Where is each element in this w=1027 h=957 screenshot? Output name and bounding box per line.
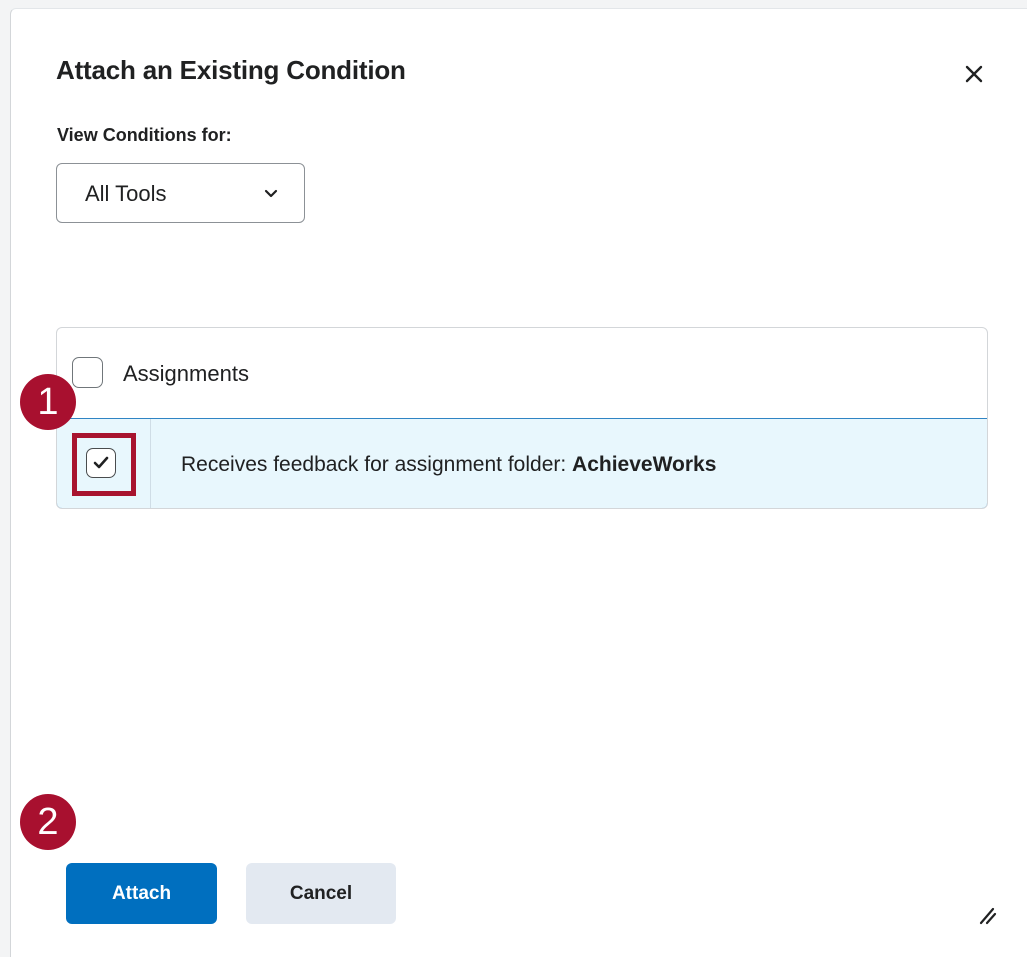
condition-checkbox-achieveworks[interactable]: [86, 448, 116, 478]
close-icon: [965, 65, 983, 83]
attach-condition-dialog: Attach an Existing Condition View Condit…: [10, 8, 1027, 957]
attach-button[interactable]: Attach: [66, 863, 217, 924]
condition-row-achieveworks[interactable]: Receives feedback for assignment folder:…: [57, 418, 987, 508]
step-2-badge: 2: [20, 794, 76, 850]
group-label[interactable]: Assignments: [123, 361, 249, 387]
close-button[interactable]: [957, 57, 991, 91]
tool-filter-select[interactable]: All Tools: [56, 163, 305, 223]
checkmark-icon: [93, 456, 109, 469]
dialog-title: Attach an Existing Condition: [56, 55, 406, 85]
condition-label: Receives feedback for assignment folder:…: [181, 453, 716, 477]
view-conditions-label: View Conditions for:: [57, 125, 232, 145]
group-checkbox-assignments[interactable]: [72, 357, 103, 388]
tool-filter-value: All Tools: [85, 181, 167, 206]
condition-label-prefix: Receives feedback for assignment folder:: [181, 453, 573, 476]
resize-handle-icon[interactable]: [975, 903, 999, 927]
row-divider: [150, 419, 151, 508]
condition-group-assignments: Assignments: [57, 328, 987, 419]
condition-label-name: AchieveWorks: [572, 453, 717, 476]
conditions-list: Assignments Receives feedback for assign…: [56, 327, 988, 509]
cancel-button[interactable]: Cancel: [246, 863, 396, 924]
chevron-down-icon: [264, 189, 278, 198]
step-1-badge: 1: [20, 374, 76, 430]
